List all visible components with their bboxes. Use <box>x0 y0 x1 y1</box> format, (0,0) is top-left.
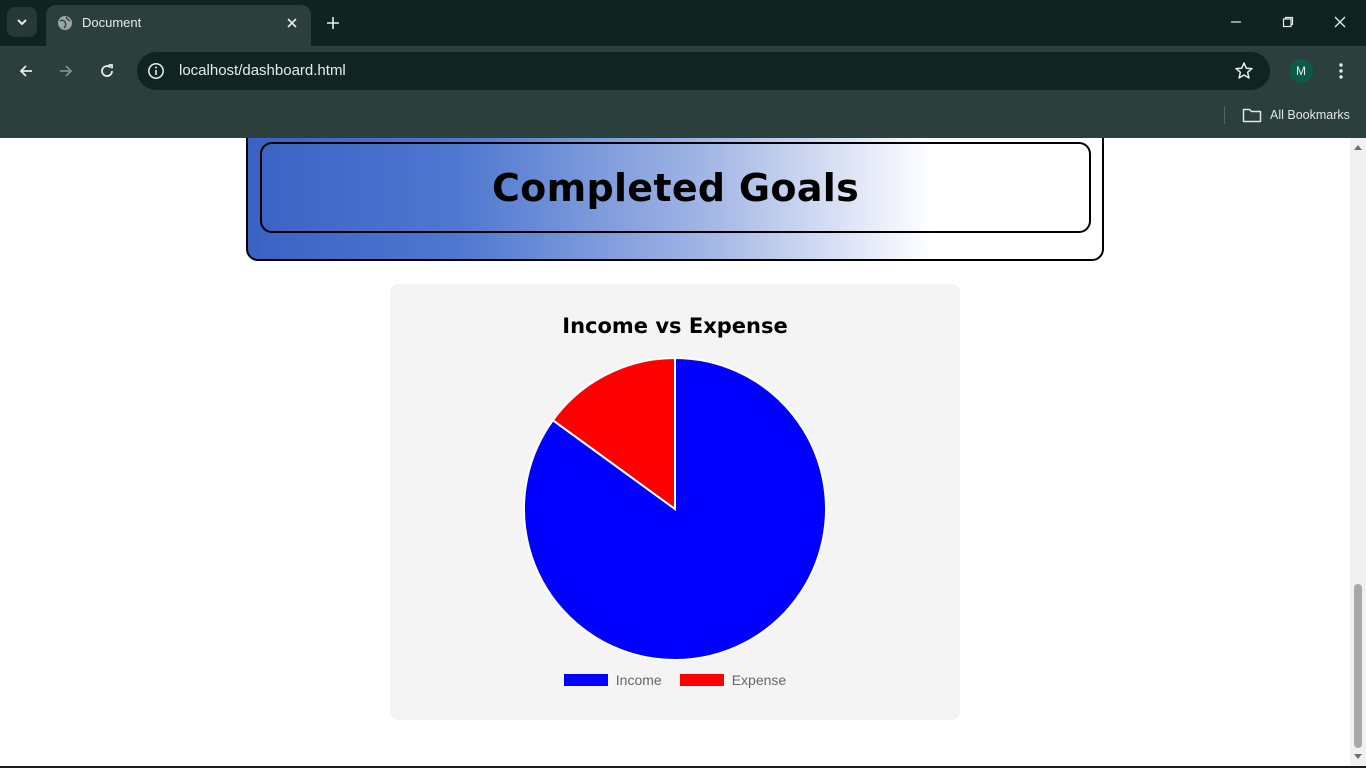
kebab-icon <box>1339 63 1343 79</box>
all-bookmarks-button[interactable]: All Bookmarks <box>1242 105 1350 125</box>
back-button[interactable] <box>13 58 39 84</box>
arrow-right-icon <box>60 65 73 77</box>
reload-button[interactable] <box>94 58 120 84</box>
tab-search-button[interactable] <box>7 7 37 37</box>
legend-swatch <box>679 674 724 686</box>
address-bar[interactable]: localhost/dashboard.html <box>137 52 1270 90</box>
bookmarks-divider <box>1224 106 1225 124</box>
arrow-left-icon <box>19 65 32 77</box>
folder-icon <box>1242 108 1262 123</box>
scroll-down-arrow-icon[interactable] <box>1353 752 1363 762</box>
browser-tab[interactable]: Document <box>46 5 311 46</box>
completed-goals-card: Completed Goals <box>246 138 1104 261</box>
legend-label: Expense <box>731 672 787 688</box>
page-title: Completed Goals <box>491 165 860 210</box>
window-close-button[interactable] <box>1328 10 1352 34</box>
url-text[interactable]: localhost/dashboard.html <box>179 62 346 79</box>
scroll-up-arrow-icon[interactable] <box>1353 142 1363 152</box>
reload-icon <box>101 64 113 77</box>
scrollbar-thumb[interactable] <box>1354 584 1362 748</box>
new-tab-button[interactable] <box>322 12 344 34</box>
minimize-button[interactable] <box>1224 10 1248 34</box>
income-expense-card: Income vs Expense Income Expense <box>390 284 960 720</box>
forward-button[interactable] <box>53 58 79 84</box>
all-bookmarks-label: All Bookmarks <box>1270 108 1350 122</box>
star-icon[interactable] <box>1234 61 1254 81</box>
legend-item-income[interactable]: Income <box>563 672 662 688</box>
restore-button[interactable] <box>1276 10 1300 34</box>
browser-toolbar: localhost/dashboard.html M <box>0 46 1366 96</box>
chevron-down-icon <box>17 19 27 26</box>
browser-titlebar: Document <box>0 0 1366 46</box>
legend-swatch <box>563 674 608 686</box>
close-icon <box>287 18 297 28</box>
close-icon <box>1334 16 1346 28</box>
tab-close-button[interactable] <box>283 14 301 32</box>
bookmarks-bar: All Bookmarks <box>0 96 1366 138</box>
browser-menu-button[interactable] <box>1330 59 1352 83</box>
profile-avatar[interactable]: M <box>1289 59 1313 83</box>
page-viewport: Completed Goals Income vs Expense Income… <box>0 138 1350 766</box>
completed-goals-header: Completed Goals <box>260 142 1091 233</box>
info-icon[interactable] <box>147 62 165 80</box>
page-scrollbar[interactable] <box>1350 138 1366 766</box>
restore-icon <box>1282 16 1294 28</box>
plus-icon <box>327 17 339 29</box>
minimize-icon <box>1231 21 1241 23</box>
globe-icon <box>58 16 72 30</box>
legend-item-expense[interactable]: Expense <box>679 672 787 688</box>
chart-legend: Income Expense <box>390 672 960 688</box>
tab-title: Document <box>82 15 142 30</box>
legend-label: Income <box>615 672 662 688</box>
pie-chart <box>523 356 827 661</box>
